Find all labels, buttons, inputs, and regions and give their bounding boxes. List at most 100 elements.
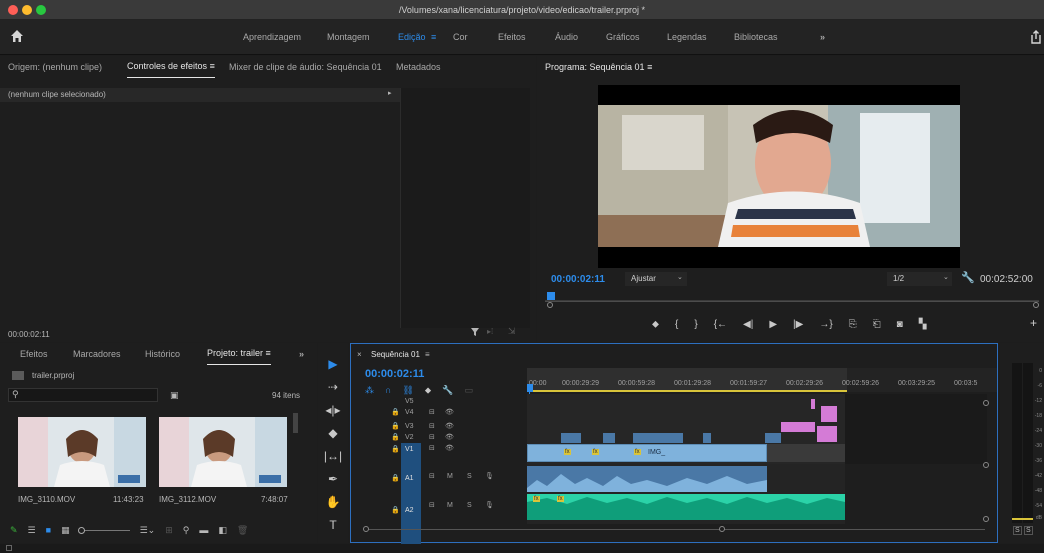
microphone-icon[interactable]: 🎙 [485,472,494,480]
sort-icon[interactable]: ☰⌄ [140,525,156,536]
workspace-bibliotecas[interactable]: Bibliotecas [734,20,778,55]
step-forward-icon[interactable]: |▶ [793,319,803,330]
eye-icon[interactable]: 👁 [445,433,454,441]
zoom-handle-right[interactable] [1033,302,1039,308]
go-to-out-icon[interactable]: →} [819,319,832,330]
tab-menu-icon[interactable]: ≡ [210,61,215,71]
audio-clip[interactable]: fx fx [527,494,845,520]
timeline-settings-wrench-icon[interactable]: 🔧 [442,385,453,396]
track-area[interactable]: fx fx fx IMG_ fx fx [527,394,987,524]
sync-lock-icon[interactable]: ⊟ [429,433,435,441]
add-marker-icon[interactable]: ⬥ [652,319,659,330]
go-to-in-icon[interactable]: {← [714,319,727,330]
tab-project[interactable]: Projeto: trailer ≡ [207,343,271,365]
workspace-cor[interactable]: Cor [453,20,468,55]
mute-toggle[interactable]: M [447,473,453,480]
lock-icon[interactable]: 🔒 [391,408,400,416]
lock-icon[interactable]: 🔒 [391,445,400,453]
scroll-handle-right[interactable] [719,526,725,532]
snap-icon[interactable]: ∩ [385,385,391,395]
project-more-button[interactable]: » [299,343,304,365]
share-icon[interactable] [1030,30,1042,46]
linked-selection-icon[interactable]: ⛓ [402,385,413,396]
video-clip[interactable] [561,433,581,443]
eye-icon[interactable]: 👁 [445,444,454,452]
video-clip[interactable] [821,406,837,422]
project-scrollbar[interactable] [293,413,298,433]
freeform-view-icon[interactable]: ▦ [61,525,70,536]
play-icon[interactable]: ▶ [769,319,777,330]
add-button-icon[interactable]: + [1030,316,1037,330]
mark-out-icon[interactable]: } [694,319,697,330]
clip-thumbnail[interactable] [159,417,287,487]
camera-icon[interactable]: ◙ [897,319,903,330]
program-menu-icon[interactable]: ≡ [647,62,652,72]
lock-icon[interactable]: 🔒 [391,474,400,482]
fit-dropdown[interactable]: Ajustar ⌄ [625,272,687,286]
lock-icon[interactable]: 🔒 [391,433,400,441]
video-clip[interactable] [633,433,683,443]
lift-icon[interactable]: ⎘ [849,319,857,330]
sync-lock-icon[interactable]: ⊟ [429,472,435,480]
new-bin-search-icon[interactable]: ▣ [170,390,179,401]
tab-project-menu-icon[interactable]: ≡ [266,348,271,358]
home-icon[interactable] [10,29,24,45]
workspace-montagem[interactable]: Montagem [327,20,370,55]
tab-effects[interactable]: Efeitos [20,343,48,365]
play-only-audio-icon[interactable]: ▸⁞ [487,327,493,336]
track-target-column[interactable] [401,443,421,553]
timeline-timecode[interactable]: 00:00:02:11 [365,368,424,380]
sync-lock-icon[interactable]: ⊟ [429,422,435,430]
pencil-icon[interactable]: ✎ [10,525,18,536]
audio-scroll-handle-bottom[interactable] [983,516,989,522]
icon-view-icon[interactable]: ■ [46,525,51,535]
solo-toggle[interactable]: S [467,473,472,480]
trash-icon[interactable]: 🗑 [237,525,248,536]
find-icon[interactable]: ⚲ [183,525,190,536]
workspace-more-button[interactable]: » [820,20,825,55]
workspace-legendas[interactable]: Legendas [667,20,707,55]
type-tool-icon[interactable]: T [329,518,336,532]
project-search-input[interactable]: ⚲ [8,388,158,402]
video-clip[interactable]: fx fx fx IMG_ [527,444,767,462]
pen-tool-icon[interactable]: ✒ [328,472,338,486]
ripple-edit-tool-icon[interactable]: ◂|▸ [325,403,340,417]
tab-markers[interactable]: Marcadores [73,343,121,365]
close-window-button[interactable] [8,5,18,15]
sync-lock-icon[interactable]: ⊟ [429,444,435,452]
program-timecode[interactable]: 00:00:02:11 [551,274,605,285]
resolution-dropdown[interactable]: 1/2 ⌄ [887,272,952,286]
add-marker-icon[interactable]: ⬥ [425,385,431,396]
new-item-icon[interactable]: ◧ [218,525,227,536]
zoom-handle-left[interactable] [547,302,553,308]
zoom-slider[interactable] [77,526,130,534]
captions-icon[interactable]: ▭ [464,385,473,396]
export-icon[interactable]: ⇲ [508,326,516,337]
wrench-icon[interactable]: 🔧 [961,271,975,284]
new-bin-icon[interactable]: ▬ [199,525,208,535]
tab-effect-controls[interactable]: Controles de efeitos ≡ [127,56,215,78]
automate-icon[interactable]: ⊞ [165,525,173,536]
workspace-aprendizagem[interactable]: Aprendizagem [243,20,301,55]
slip-tool-icon[interactable]: |↔| [324,449,342,463]
clip-thumbnail[interactable] [18,417,146,487]
video-clip[interactable] [765,433,781,443]
extract-icon[interactable]: ⎗ [873,319,881,330]
razor-tool-icon[interactable]: ◆ [328,426,337,440]
timeline-ruler[interactable]: 00:00 00:00:29:29 00:00:59:28 00:01:29:2… [527,368,997,392]
workspace-graficos[interactable]: Gráficos [606,20,640,55]
microphone-icon[interactable]: 🎙 [485,501,494,509]
expand-arrow-icon[interactable]: ▸ [388,89,392,97]
audio-scroll-handle[interactable] [983,462,989,468]
solo-left-button[interactable]: S [1013,526,1022,535]
mute-toggle[interactable]: M [447,502,453,509]
sync-lock-icon[interactable]: ⊟ [429,501,435,509]
hand-tool-icon[interactable]: ✋ [326,495,341,509]
lock-icon[interactable]: 🔒 [391,422,400,430]
mark-in-icon[interactable]: { [675,319,678,330]
workspace-audio[interactable]: Áudio [555,20,578,55]
video-clip[interactable] [811,399,815,409]
scroll-handle-left[interactable] [363,526,369,532]
track-select-tool-icon[interactable]: ⇢ [328,380,338,394]
timeline-menu-icon[interactable]: ≡ [425,350,430,359]
